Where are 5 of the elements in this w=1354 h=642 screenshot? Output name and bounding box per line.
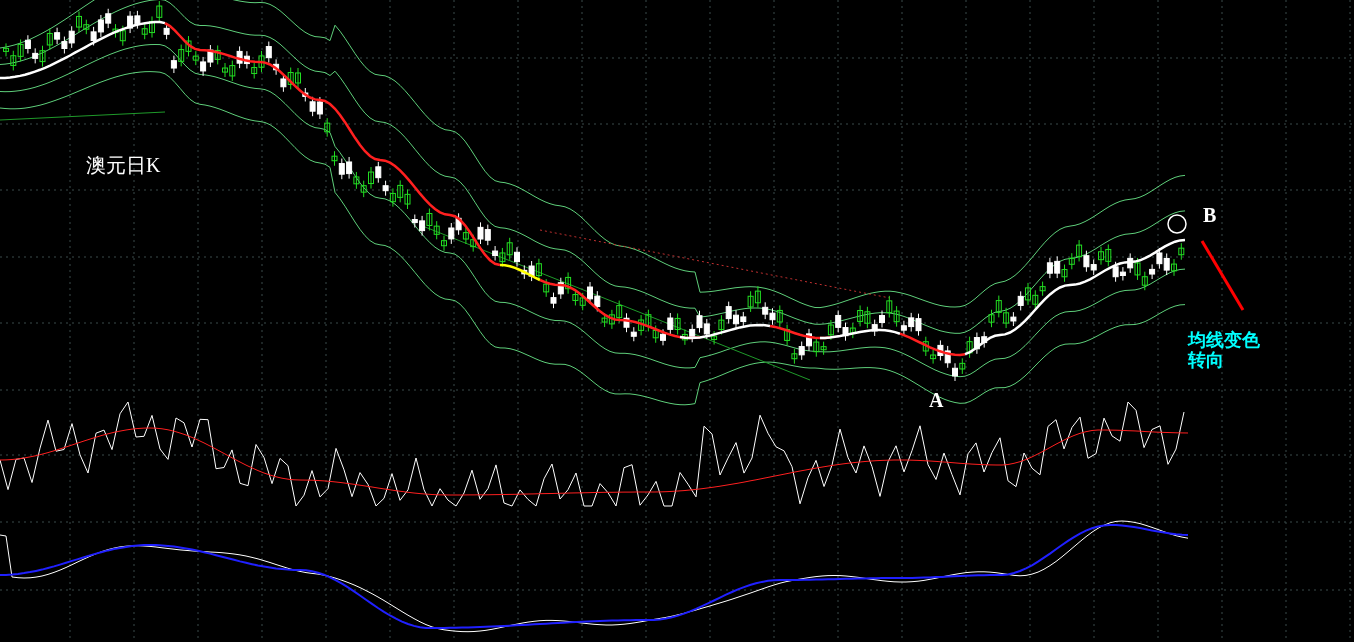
chart-title: 澳元日K bbox=[86, 155, 161, 175]
circle-marker bbox=[1167, 214, 1187, 234]
annotation-text: 均线变色 转向 bbox=[1188, 330, 1260, 370]
point-label: B bbox=[1203, 205, 1217, 225]
point-label: A bbox=[929, 390, 944, 410]
